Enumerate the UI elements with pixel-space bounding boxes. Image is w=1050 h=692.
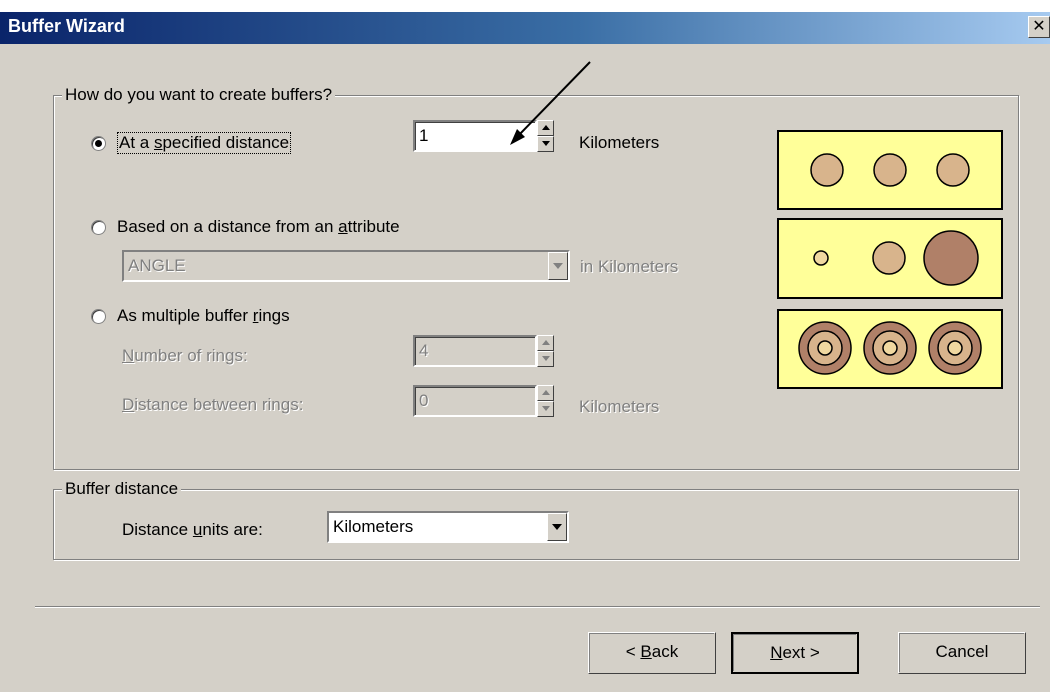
ring-distance-spinner[interactable] [537,385,554,417]
radio-multiple-rings[interactable]: As multiple buffer rings [91,306,290,326]
distance-units-label: Distance units are: [122,520,263,539]
chevron-down-icon [553,263,563,269]
radio-attribute-distance-dot[interactable] [91,219,106,235]
rings-spinner[interactable] [537,335,554,367]
footer-separator [35,606,1040,608]
close-button[interactable]: ✕ [1028,16,1050,38]
preview-fixed-distance [777,130,1003,210]
distance-between-rings-label: Distance between rings: [122,395,304,414]
radio-multiple-rings-label: As multiple buffer rings [117,306,290,325]
spin-down-icon [542,406,550,411]
next-button[interactable]: Next > [731,632,859,674]
distance-units-dropdown-button[interactable] [547,513,567,541]
back-button[interactable]: < Back [588,632,716,674]
buffer-distance-legend: Buffer distance [62,479,182,499]
circles-equal-icon [810,153,970,187]
ring-distance-unit-label: Kilometers [579,397,660,416]
distance-between-rings-input[interactable]: 0 [413,385,537,417]
preview-attribute-distance [777,218,1003,299]
radio-specified-distance[interactable]: At a specified distance [91,132,292,154]
spin-down-icon [542,356,550,361]
number-of-rings-input[interactable]: 4 [413,335,537,367]
radio-specified-distance-dot[interactable] [91,135,106,151]
ring-distance-spin-up-button[interactable] [537,385,554,401]
attribute-field-value: ANGLE [128,256,186,275]
rings-spin-down-button[interactable] [537,351,554,367]
title-bar: Buffer Wizard ✕ [0,12,1050,44]
attribute-dropdown-button[interactable] [548,252,568,280]
rings-spin-up-button[interactable] [537,335,554,351]
radio-attribute-distance-label: Based on a distance from an attribute [117,217,400,236]
radio-multiple-rings-dot[interactable] [91,308,106,324]
buffer-wizard-window: Buffer Wizard ✕ How do you want to creat… [0,12,1050,692]
annotation-arrow-icon [510,61,591,145]
number-of-rings-label: Number of rings: [122,346,248,365]
create-buffers-legend: How do you want to create buffers? [62,85,336,105]
chevron-down-icon [552,524,562,530]
distance-units-value: Kilometers [333,517,414,536]
radio-specified-distance-label: At a specified distance [117,132,292,154]
preview-multiple-rings [777,309,1003,389]
spin-up-icon [542,390,550,395]
attribute-field-select[interactable]: ANGLE [122,250,570,282]
window-title: Buffer Wizard [8,16,125,36]
spin-up-icon [542,340,550,345]
attribute-unit-label: in Kilometers [580,257,679,276]
concentric-rings-icon [798,321,982,375]
circles-varying-icon [813,230,979,286]
ring-distance-spin-down-button[interactable] [537,401,554,417]
radio-attribute-distance[interactable]: Based on a distance from an attribute [91,217,400,237]
distance-units-select[interactable]: Kilometers [327,511,569,543]
cancel-button[interactable]: Cancel [898,632,1026,674]
